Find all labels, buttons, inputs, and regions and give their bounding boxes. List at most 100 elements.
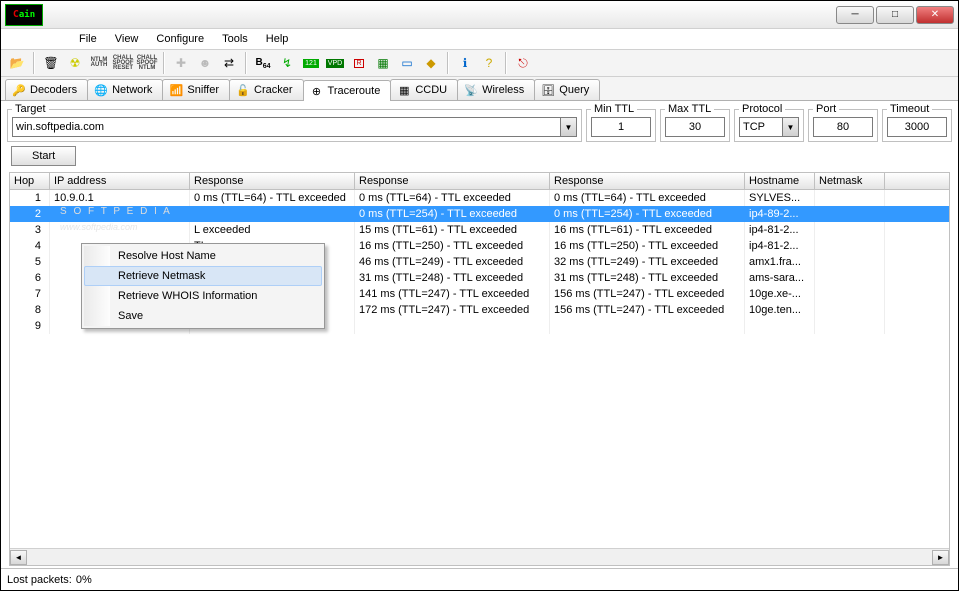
cell-hop: 5 bbox=[10, 254, 50, 270]
tab-sniffer[interactable]: 📶Sniffer bbox=[162, 79, 230, 100]
context-item-resolve-host-name[interactable]: Resolve Host Name bbox=[84, 246, 322, 266]
cell-r2 bbox=[355, 318, 550, 334]
menu-file[interactable]: File bbox=[71, 31, 105, 47]
cell-r1 bbox=[190, 206, 355, 222]
tab-label: Traceroute bbox=[328, 85, 381, 97]
cell-host bbox=[745, 318, 815, 334]
ccdu-tab-icon: ▦ bbox=[397, 83, 411, 97]
dump-icon[interactable]: 🗑 bbox=[41, 53, 61, 73]
tab-cracker[interactable]: 🔓 Cracker bbox=[229, 79, 304, 100]
menu-help[interactable]: Help bbox=[258, 31, 297, 47]
start-button[interactable]: Start bbox=[11, 146, 76, 166]
scroll-left-icon[interactable]: ◄ bbox=[10, 550, 27, 565]
cell-nm bbox=[815, 222, 885, 238]
col-hop[interactable]: Hop bbox=[10, 173, 50, 189]
tab-query[interactable]: 🗄Query bbox=[534, 79, 600, 100]
cell-host: ip4-81-2... bbox=[745, 222, 815, 238]
arp-icon[interactable]: ↯ bbox=[277, 53, 297, 73]
traceroute-tab-icon: ⊕ bbox=[310, 84, 324, 98]
cracker-tab-icon: 🔓 bbox=[236, 83, 250, 97]
vpn-icon[interactable]: VPD bbox=[325, 53, 345, 73]
col-netmask[interactable]: Netmask bbox=[815, 173, 885, 189]
results-grid: Hop IP address Response Response Respons… bbox=[9, 172, 950, 566]
minttl-fieldset: Min TTL bbox=[586, 103, 656, 142]
cell-r3: 32 ms (TTL=249) - TTL exceeded bbox=[550, 254, 745, 270]
info-icon[interactable]: ℹ bbox=[455, 53, 475, 73]
cell-nm bbox=[815, 286, 885, 302]
add-icon[interactable]: ✚ bbox=[171, 53, 191, 73]
table-row[interactable]: 20 ms (TTL=254) - TTL exceeded0 ms (TTL=… bbox=[10, 206, 949, 222]
tab-network[interactable]: 🌐Network bbox=[87, 79, 163, 100]
cell-r3: 31 ms (TTL=248) - TTL exceeded bbox=[550, 270, 745, 286]
calc-icon[interactable]: ▦ bbox=[373, 53, 393, 73]
col-hostname[interactable]: Hostname bbox=[745, 173, 815, 189]
open-icon[interactable]: 📂 bbox=[7, 53, 27, 73]
tab-wireless[interactable]: 📡 Wireless bbox=[457, 79, 535, 100]
cell-hop: 4 bbox=[10, 238, 50, 254]
cell-r2: 141 ms (TTL=247) - TTL exceeded bbox=[355, 286, 550, 302]
cell-r2: 0 ms (TTL=254) - TTL exceeded bbox=[355, 206, 550, 222]
col-response-3[interactable]: Response bbox=[550, 173, 745, 189]
separator bbox=[245, 52, 247, 74]
chall-spoof-reset-icon[interactable]: CHALLSPOOFRESET bbox=[113, 53, 133, 73]
maxttl-input[interactable] bbox=[665, 117, 725, 137]
table-row[interactable]: 110.9.0.10 ms (TTL=64) - TTL exceeded0 m… bbox=[10, 190, 949, 206]
start-row: Start bbox=[1, 144, 958, 172]
cell-hop: 2 bbox=[10, 206, 50, 222]
col-response-1[interactable]: Response bbox=[190, 173, 355, 189]
chall-spoof-ntlm-icon[interactable]: CHALLSPOOFNTLM bbox=[137, 53, 157, 73]
b64-icon[interactable]: B64 bbox=[253, 53, 273, 73]
tab-ccdu[interactable]: ▦ CCDU bbox=[390, 79, 458, 100]
tab-decoders[interactable]: 🔑Decoders bbox=[5, 79, 88, 100]
mitm-icon[interactable]: 121 bbox=[301, 53, 321, 73]
tabbar: 🔑Decoders🌐Network📶Sniffer 🔓 Cracker ⊕ Tracer… bbox=[1, 77, 958, 101]
cell-ip bbox=[50, 222, 190, 238]
target-dropdown-icon[interactable]: ▼ bbox=[561, 117, 577, 137]
sniffer-tab-icon: 📶 bbox=[169, 83, 183, 97]
hosts-icon[interactable]: ⇄ bbox=[219, 53, 239, 73]
cell-host: ams-sara... bbox=[745, 270, 815, 286]
box-icon[interactable]: ▭ bbox=[397, 53, 417, 73]
col-ip[interactable]: IP address bbox=[50, 173, 190, 189]
minimize-button[interactable]: ─ bbox=[836, 6, 874, 24]
menu-view[interactable]: View bbox=[107, 31, 147, 47]
target-fieldset: Target ▼ bbox=[7, 103, 582, 142]
tab-label: Cracker bbox=[254, 84, 293, 96]
context-item-retrieve-whois-information[interactable]: Retrieve WHOIS Information bbox=[84, 286, 322, 306]
maximize-button[interactable]: □ bbox=[876, 6, 914, 24]
context-item-save[interactable]: Save bbox=[84, 306, 322, 326]
col-response-2[interactable]: Response bbox=[355, 173, 550, 189]
menu-tools[interactable]: Tools bbox=[214, 31, 256, 47]
exit-icon[interactable]: ⎋ bbox=[513, 53, 533, 73]
separator bbox=[163, 52, 165, 74]
wireless-tab-icon: 📡 bbox=[464, 83, 478, 97]
protocol-dropdown-icon[interactable]: ▼ bbox=[783, 117, 799, 137]
cert-icon[interactable]: ◆ bbox=[421, 53, 441, 73]
cell-r2: 15 ms (TTL=61) - TTL exceeded bbox=[355, 222, 550, 238]
tab-traceroute[interactable]: ⊕ Traceroute bbox=[303, 80, 392, 101]
help-icon[interactable]: ? bbox=[479, 53, 499, 73]
cell-r1: L exceeded bbox=[190, 222, 355, 238]
port-input[interactable] bbox=[813, 117, 873, 137]
context-item-retrieve-netmask[interactable]: Retrieve Netmask bbox=[84, 266, 322, 286]
timeout-fieldset: Timeout bbox=[882, 103, 952, 142]
scroll-right-icon[interactable]: ► bbox=[932, 550, 949, 565]
separator bbox=[447, 52, 449, 74]
tab-label: CCDU bbox=[415, 84, 447, 96]
close-button[interactable]: ✕ bbox=[916, 6, 954, 24]
cell-host: amx1.fra... bbox=[745, 254, 815, 270]
mask-icon[interactable]: ☻ bbox=[195, 53, 215, 73]
timeout-input[interactable] bbox=[887, 117, 947, 137]
tab-label: Wireless bbox=[482, 84, 524, 96]
radioactive-icon[interactable]: ☢ bbox=[65, 53, 85, 73]
horizontal-scrollbar[interactable]: ◄ ► bbox=[10, 548, 949, 565]
menu-configure[interactable]: Configure bbox=[148, 31, 212, 47]
protocol-input[interactable] bbox=[739, 117, 783, 137]
minttl-input[interactable] bbox=[591, 117, 651, 137]
maxttl-label: Max TTL bbox=[665, 103, 714, 115]
target-input[interactable] bbox=[12, 117, 561, 137]
ntlm-auth-icon[interactable]: NTLMAUTH bbox=[89, 53, 109, 73]
maxttl-fieldset: Max TTL bbox=[660, 103, 730, 142]
rec-icon[interactable]: R bbox=[349, 53, 369, 73]
table-row[interactable]: 3L exceeded15 ms (TTL=61) - TTL exceeded… bbox=[10, 222, 949, 238]
